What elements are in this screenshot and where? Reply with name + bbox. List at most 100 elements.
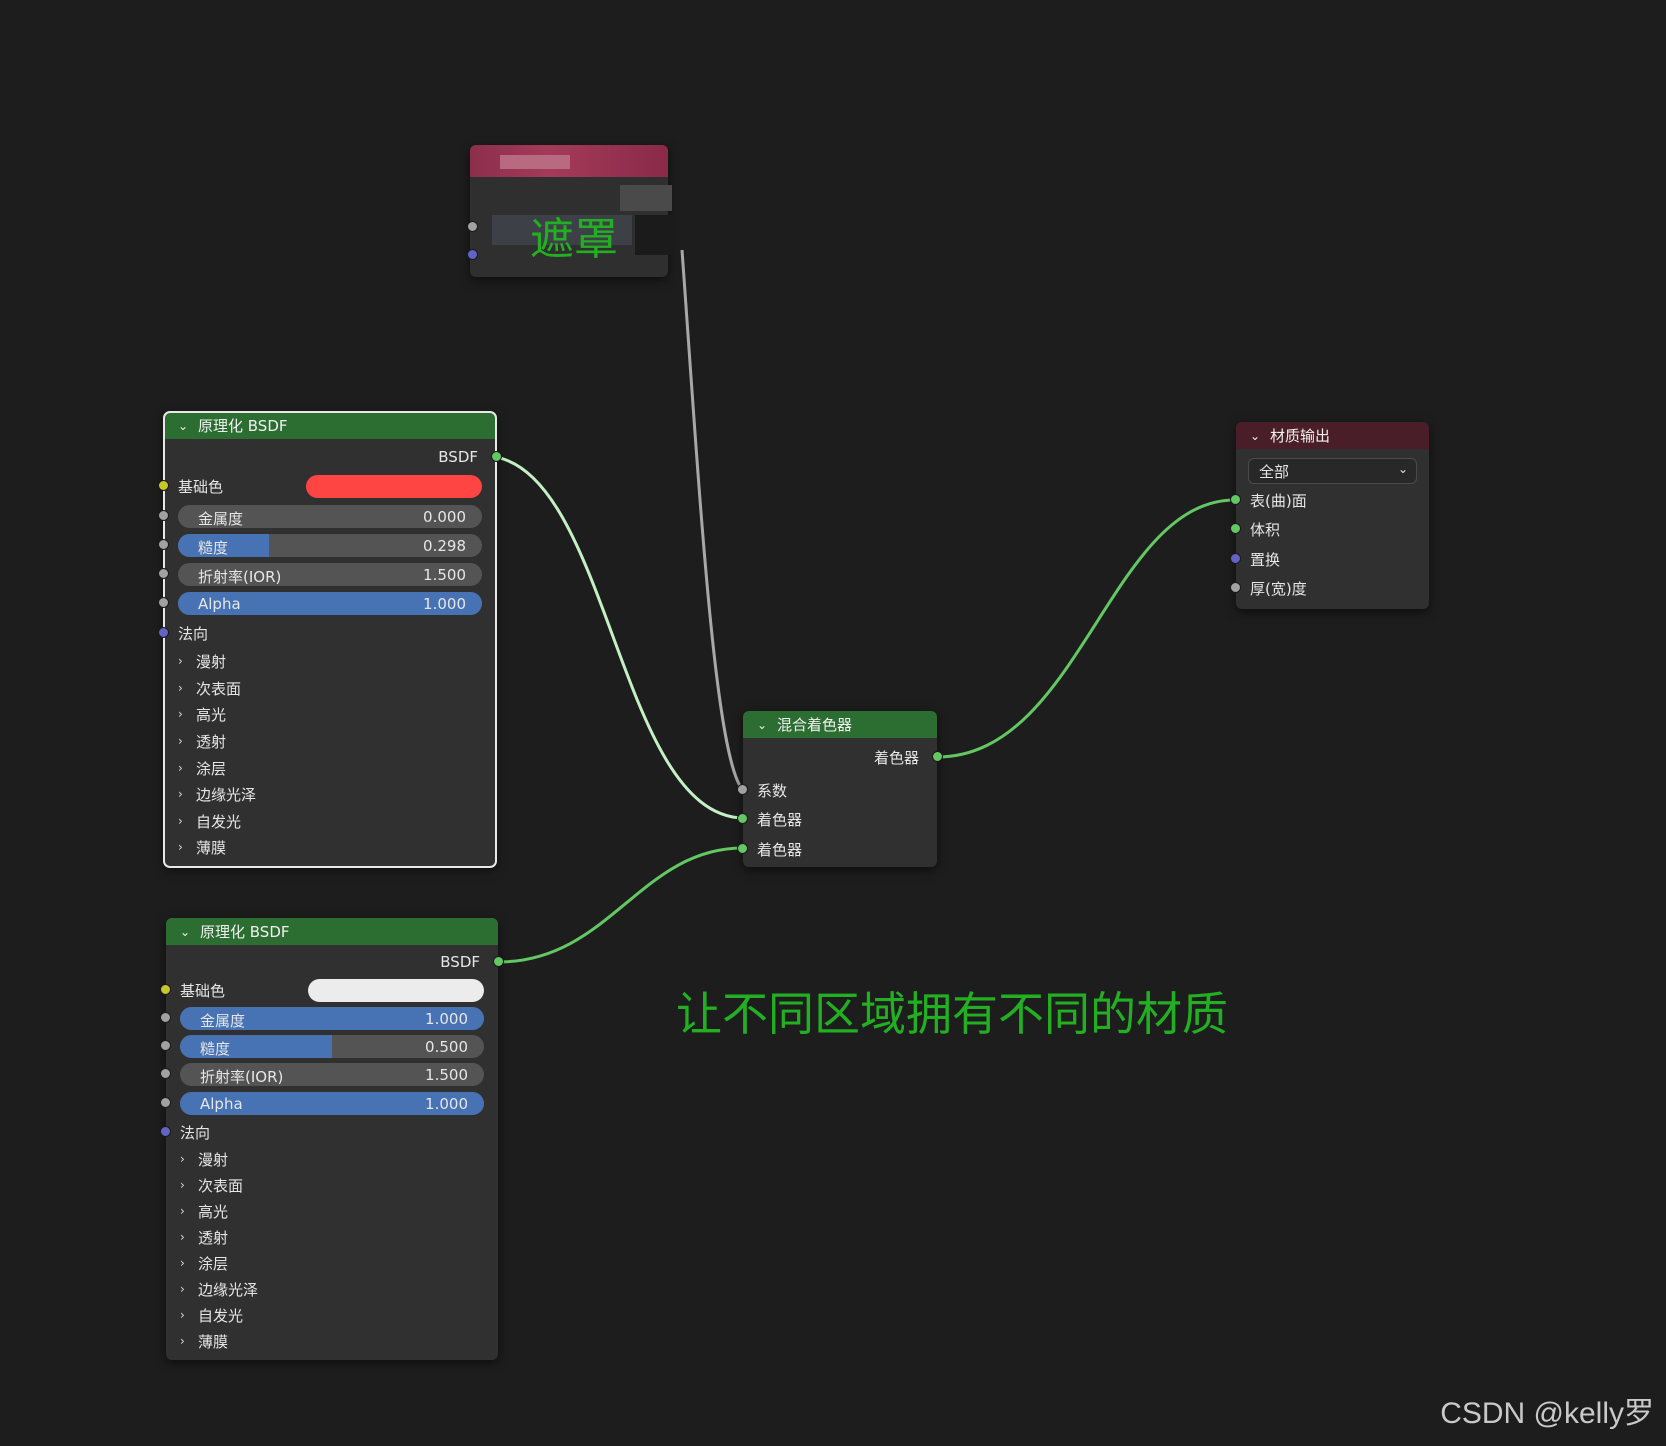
mix-factor-label: 系数: [757, 781, 788, 800]
mask-node-blur-4: [635, 215, 675, 255]
output-thickness-label: 厚(宽)度: [1250, 579, 1307, 598]
bsdf2-base-color-socket[interactable]: [160, 984, 171, 995]
bsdf2-normal-row: 法向: [160, 1118, 498, 1146]
bsdf2-panel-label: 自发光: [198, 1306, 244, 1325]
mix-output-row: 着色器: [743, 743, 943, 771]
bsdf2-roughness-label: 糙度: [200, 1039, 231, 1058]
bsdf1-base-color-socket[interactable]: [158, 480, 169, 491]
chevron-right-icon: ›: [178, 814, 183, 828]
annotation-text: 让不同区域拥有不同的材质: [676, 987, 1228, 1041]
bsdf2-ior-slider[interactable]: 折射率(IOR) 1.500: [180, 1062, 484, 1086]
mix-shader-node[interactable]: ⌄ 混合着色器 着色器 系数 着色器 着色器: [737, 711, 943, 867]
bsdf2-panel-transmission[interactable]: › 透射: [180, 1225, 228, 1249]
output-volume-socket[interactable]: [1230, 523, 1241, 534]
bsdf2-header[interactable]: ⌄ 原理化 BSDF: [166, 918, 498, 945]
bsdf1-base-color-row: 基础色: [158, 472, 496, 500]
bsdf1-panel-label: 边缘光泽: [196, 785, 257, 804]
bsdf2-metallic-socket[interactable]: [160, 1012, 171, 1023]
bsdf1-panel-specular[interactable]: › 高光: [178, 702, 226, 726]
bsdf1-panel-thin-film[interactable]: › 薄膜: [178, 835, 226, 859]
watermark: CSDN @kelly罗: [1440, 1397, 1654, 1430]
bsdf1-panel-transmission[interactable]: › 透射: [178, 729, 226, 753]
material-output-node[interactable]: ⌄ 材质输出 全部 ⌄ 表(曲)面 体积 置换 厚(宽)度: [1230, 422, 1429, 609]
bsdf1-panel-emission[interactable]: › 自发光: [178, 809, 241, 833]
output-surface-socket[interactable]: [1230, 494, 1241, 505]
bsdf1-roughness-label: 糙度: [198, 538, 229, 557]
bsdf2-panel-sheen[interactable]: › 边缘光泽: [180, 1277, 258, 1301]
bsdf2-output-socket[interactable]: [493, 956, 504, 967]
mix-shader1-row: 着色器: [737, 805, 937, 833]
bsdf2-roughness-value: 0.500: [425, 1037, 468, 1056]
bsdf1-metallic-slider[interactable]: 金属度 0.000: [178, 504, 482, 528]
output-header[interactable]: ⌄ 材质输出: [1236, 422, 1429, 449]
chevron-down-icon[interactable]: ⌄: [757, 718, 773, 732]
bsdf2-roughness-socket[interactable]: [160, 1040, 171, 1051]
bsdf1-panel-coat[interactable]: › 涂层: [178, 756, 226, 780]
principled-bsdf-node-2[interactable]: ⌄ 原理化 BSDF BSDF 基础色 金属度 1.000 糙度 0.500 折…: [160, 918, 504, 1360]
chevron-down-icon[interactable]: ⌄: [178, 419, 194, 433]
bsdf2-panel-specular[interactable]: › 高光: [180, 1199, 228, 1223]
bsdf1-panel-diffuse[interactable]: › 漫射: [178, 649, 226, 673]
bsdf1-metallic-value: 0.000: [423, 507, 466, 526]
bsdf1-ior-slider[interactable]: 折射率(IOR) 1.500: [178, 562, 482, 586]
output-displacement-socket[interactable]: [1230, 553, 1241, 564]
mix-header[interactable]: ⌄ 混合着色器: [743, 711, 937, 738]
bsdf1-alpha-slider[interactable]: Alpha 1.000: [178, 591, 482, 615]
mask-input-socket[interactable]: [467, 221, 478, 232]
output-target-dropdown[interactable]: 全部 ⌄: [1248, 458, 1417, 484]
bsdf1-metallic-socket[interactable]: [158, 510, 169, 521]
bsdf2-normal-socket[interactable]: [160, 1126, 171, 1137]
bsdf2-alpha-socket[interactable]: [160, 1097, 171, 1108]
mask-label: 遮罩: [530, 214, 618, 265]
bsdf2-roughness-slider[interactable]: 糙度 0.500: [180, 1034, 484, 1058]
bsdf1-alpha-row: Alpha 1.000: [158, 589, 496, 617]
mix-factor-socket[interactable]: [737, 784, 748, 795]
chevron-down-icon[interactable]: ⌄: [1250, 429, 1266, 443]
bsdf2-panel-diffuse[interactable]: › 漫射: [180, 1147, 228, 1171]
bsdf2-base-color-swatch[interactable]: [308, 978, 484, 1002]
output-thickness-socket[interactable]: [1230, 582, 1241, 593]
bsdf1-panel-sheen[interactable]: › 边缘光泽: [178, 782, 256, 806]
bsdf2-metallic-label: 金属度: [200, 1011, 246, 1030]
chevron-right-icon: ›: [180, 1230, 185, 1244]
bsdf1-panel-label: 次表面: [196, 679, 242, 698]
chevron-right-icon: ›: [178, 734, 183, 748]
bsdf2-panel-emission[interactable]: › 自发光: [180, 1303, 243, 1327]
bsdf1-roughness-slider[interactable]: 糙度 0.298: [178, 533, 482, 557]
bsdf2-metallic-slider[interactable]: 金属度 1.000: [180, 1006, 484, 1030]
mix-shader1-socket[interactable]: [737, 813, 748, 824]
bsdf2-panel-thin-film[interactable]: › 薄膜: [180, 1329, 228, 1353]
bsdf2-panel-label: 漫射: [198, 1150, 229, 1169]
bsdf2-normal-label: 法向: [180, 1123, 211, 1142]
bsdf2-ior-label: 折射率(IOR): [200, 1067, 284, 1086]
bsdf2-alpha-slider[interactable]: Alpha 1.000: [180, 1091, 484, 1115]
mix-output-label: 着色器: [873, 748, 919, 767]
mix-output-socket[interactable]: [932, 751, 943, 762]
principled-bsdf-node-1[interactable]: ⌄ 原理化 BSDF BSDF 基础色 金属度 0.000 糙度 0.298 折…: [158, 411, 502, 868]
bsdf2-ior-socket[interactable]: [160, 1068, 171, 1079]
chevron-down-icon[interactable]: ⌄: [180, 925, 196, 939]
bsdf1-alpha-value: 1.000: [423, 594, 466, 613]
bsdf2-panel-subsurface[interactable]: › 次表面: [180, 1173, 243, 1197]
bsdf1-panel-label: 涂层: [196, 759, 227, 778]
mask-node[interactable]: 遮罩: [467, 145, 675, 277]
bsdf1-output-socket[interactable]: [491, 451, 502, 462]
chevron-right-icon: ›: [180, 1204, 185, 1218]
bsdf1-header[interactable]: ⌄ 原理化 BSDF: [164, 412, 496, 439]
bsdf1-normal-label: 法向: [178, 624, 209, 643]
bsdf1-roughness-socket[interactable]: [158, 539, 169, 550]
bsdf1-base-color-swatch[interactable]: [306, 474, 482, 498]
bsdf2-ior-row: 折射率(IOR) 1.500: [160, 1060, 498, 1088]
bsdf2-panel-coat[interactable]: › 涂层: [180, 1251, 228, 1275]
output-surface-label: 表(曲)面: [1250, 491, 1307, 510]
mix-shader2-socket[interactable]: [737, 843, 748, 854]
bsdf2-base-color-label: 基础色: [180, 981, 226, 1000]
bsdf1-panel-subsurface[interactable]: › 次表面: [178, 676, 241, 700]
link-mix-to-surface: [936, 498, 1236, 759]
bsdf1-ior-socket[interactable]: [158, 568, 169, 579]
mask-vector-socket[interactable]: [467, 249, 478, 260]
bsdf1-normal-socket[interactable]: [158, 627, 169, 638]
bsdf1-panel-label: 薄膜: [196, 838, 227, 857]
bsdf1-alpha-socket[interactable]: [158, 597, 169, 608]
bsdf2-metallic-value: 1.000: [425, 1009, 468, 1028]
